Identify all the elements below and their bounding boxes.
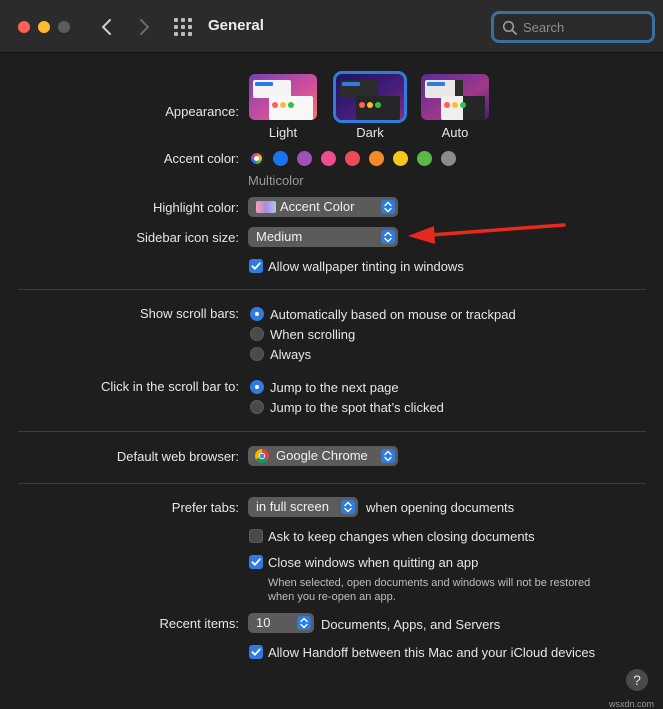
default-browser-label: Default web browser: [116, 449, 239, 464]
dark-appearance-preview [336, 74, 404, 120]
appearance-auto-thumbnail[interactable] [421, 74, 489, 120]
handoff-checkbox[interactable] [249, 645, 263, 659]
click-scroll-spot-radio[interactable] [250, 400, 264, 414]
checkmark-icon [251, 262, 261, 270]
click-scroll-bar-label: Click in the scroll bar to: [101, 379, 239, 394]
recent-items-label: Recent items: [159, 616, 239, 631]
popup-arrows-icon [297, 616, 311, 630]
ask-keep-changes-checkbox[interactable] [249, 529, 263, 543]
scroll-bars-always-label: Always [270, 347, 312, 362]
close-windows-checkbox[interactable] [249, 555, 263, 569]
accent-pink-swatch[interactable] [321, 151, 336, 166]
scroll-bars-always-radio[interactable] [250, 347, 264, 361]
chevron-left-icon [102, 19, 111, 35]
show-scroll-bars-label: Show scroll bars: [140, 306, 239, 321]
click-scroll-next-page-label: Jump to the next page [270, 380, 399, 395]
zoom-window-button[interactable] [58, 21, 70, 33]
google-chrome-icon [255, 449, 269, 463]
prefer-tabs-value: in full screen [256, 499, 329, 514]
popup-arrows-icon [341, 500, 355, 514]
checkmark-icon [251, 648, 261, 656]
close-windows-note-line1: When selected, open documents and window… [268, 577, 591, 589]
minimize-window-button[interactable] [38, 21, 50, 33]
accent-caption: Multicolor [248, 173, 304, 188]
divider [18, 431, 646, 432]
divider [18, 483, 646, 484]
help-question-icon: ? [633, 672, 641, 688]
chevron-right-icon [140, 19, 149, 35]
appearance-dark-thumbnail[interactable] [333, 71, 407, 123]
appearance-dark-label: Dark [356, 125, 384, 140]
highlight-color-popup[interactable]: Accent Color [248, 197, 398, 217]
popup-arrows-icon [381, 449, 395, 463]
ask-keep-changes-label: Ask to keep changes when closing documen… [268, 529, 535, 544]
scroll-bars-automatic-label: Automatically based on mouse or trackpad [270, 307, 516, 322]
appearance-auto-label: Auto [441, 125, 469, 140]
wallpaper-tinting-label: Allow wallpaper tinting in windows [268, 259, 464, 274]
title-bar: General Search [0, 0, 663, 53]
click-scroll-spot-label: Jump to the spot that’s clicked [270, 400, 444, 415]
close-windows-label: Close windows when quitting an app [268, 555, 479, 570]
light-appearance-preview [249, 74, 317, 120]
scroll-bars-when-scrolling-label: When scrolling [270, 327, 356, 342]
popup-arrows-icon [381, 230, 395, 244]
highlight-color-swatch [256, 201, 276, 213]
popup-arrows-icon [381, 200, 395, 214]
accent-graphite-swatch[interactable] [441, 151, 456, 166]
auto-appearance-preview [421, 74, 489, 120]
search-icon [502, 20, 517, 35]
recent-items-value: 10 [256, 615, 271, 630]
recent-items-popup[interactable]: 10 [248, 613, 314, 633]
accent-purple-swatch[interactable] [297, 151, 312, 166]
window-title: General [208, 17, 264, 34]
forward-button[interactable] [133, 15, 155, 39]
red-arrow-annotation-icon [408, 223, 566, 244]
checkmark-icon [251, 558, 261, 566]
prefer-tabs-label: Prefer tabs: [171, 500, 239, 515]
accent-color-label: Accent color: [163, 151, 239, 166]
recent-items-suffix: Documents, Apps, and Servers [321, 617, 501, 632]
scroll-bars-when-scrolling-radio[interactable] [250, 327, 264, 341]
appearance-light-label: Light [268, 125, 298, 140]
click-scroll-next-page-radio[interactable] [250, 380, 264, 394]
handoff-label: Allow Handoff between this Mac and your … [268, 645, 596, 660]
watermark: wsxdn.com [609, 699, 655, 709]
sidebar-icon-size-label: Sidebar icon size: [136, 230, 239, 245]
appearance-light-thumbnail[interactable] [249, 74, 317, 120]
default-browser-value: Google Chrome [276, 448, 368, 463]
sidebar-icon-size-value: Medium [256, 229, 303, 244]
prefer-tabs-suffix: when opening documents [366, 500, 515, 515]
accent-yellow-swatch[interactable] [393, 151, 408, 166]
help-button[interactable]: ? [626, 669, 648, 691]
highlight-color-value: Accent Color [280, 199, 355, 214]
close-window-button[interactable] [18, 21, 30, 33]
prefer-tabs-popup[interactable]: in full screen [248, 497, 358, 517]
close-windows-note-line2: when you re-open an app. [268, 591, 396, 603]
sidebar-icon-size-popup[interactable]: Medium [248, 227, 398, 247]
accent-orange-swatch[interactable] [369, 151, 384, 166]
show-all-grid-icon[interactable] [174, 18, 192, 36]
search-placeholder: Search [523, 20, 565, 35]
divider [18, 289, 646, 290]
search-field[interactable]: Search [491, 11, 655, 43]
appearance-label: Appearance: [165, 104, 239, 119]
back-button[interactable] [96, 15, 118, 39]
default-browser-popup[interactable]: Google Chrome [248, 446, 398, 466]
accent-multicolor-swatch[interactable] [249, 151, 264, 166]
wallpaper-tinting-checkbox[interactable] [249, 259, 263, 273]
accent-red-swatch[interactable] [345, 151, 360, 166]
accent-blue-swatch[interactable] [273, 151, 288, 166]
highlight-color-label: Highlight color: [153, 200, 239, 215]
scroll-bars-automatic-radio[interactable] [250, 307, 264, 321]
accent-green-swatch[interactable] [417, 151, 432, 166]
